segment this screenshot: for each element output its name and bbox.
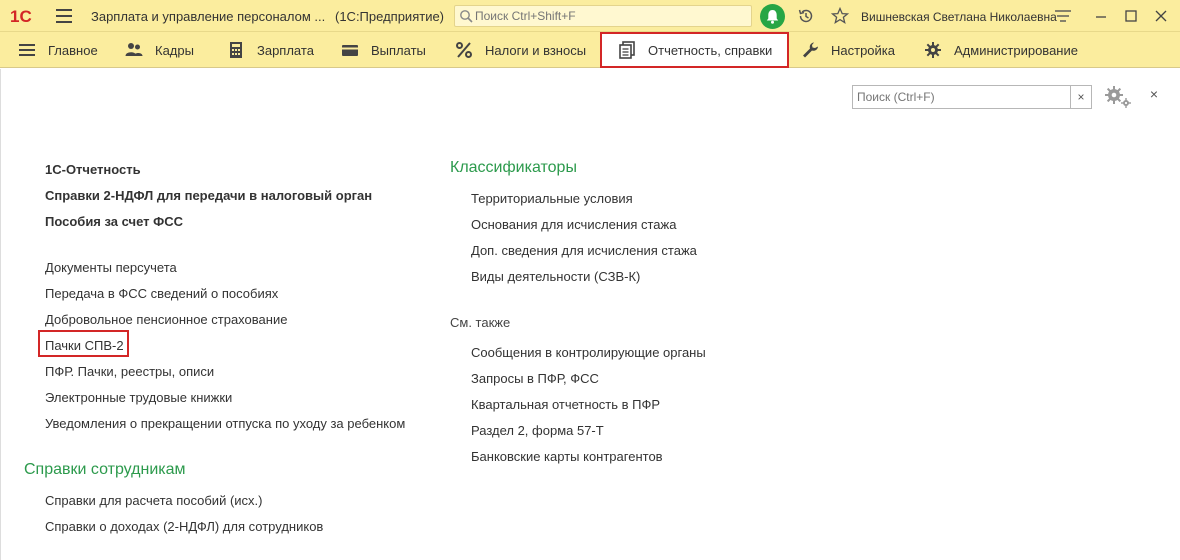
maximize-icon[interactable] [1121, 6, 1141, 26]
link-pfr-packs[interactable]: ПФР. Пачки, реестры, описи [45, 364, 214, 379]
menu-item-label: Отчетность, справки [648, 42, 773, 58]
menu-item-label: Администрирование [954, 42, 1078, 58]
spv2-highlight-box [38, 330, 129, 357]
reports-panel: × × 1С-Отчетность Справки 2-НДФЛ для пер… [0, 69, 1180, 560]
calculator-icon [230, 42, 242, 58]
global-search-input[interactable] [475, 8, 745, 24]
link-fss-benefit-transfer[interactable]: Передача в ФСС сведений о пособиях [45, 286, 278, 301]
menu-item-label: Выплаты [371, 42, 426, 58]
link-seniority-extra-info[interactable]: Доп. сведения для исчисления стажа [471, 243, 697, 258]
link-seniority-grounds[interactable]: Основания для исчисления стажа [471, 217, 676, 232]
panel-search-input[interactable] [857, 89, 1067, 105]
app-mode: (1С:Предприятие) [335, 9, 445, 24]
link-personnel-docs[interactable]: Документы персучета [45, 260, 177, 275]
menu-item-label: Налоги и взносы [485, 42, 587, 58]
interface-settings-icon[interactable] [1054, 8, 1072, 24]
link-quarterly-pfr-reports[interactable]: Квартальная отчетность в ПФР [471, 397, 660, 412]
menu-item-label: Кадры [155, 42, 194, 58]
section-title-employee-references: Справки сотрудникам [24, 461, 186, 478]
link-pfr-fss-requests[interactable]: Запросы в ПФР, ФСС [471, 371, 599, 386]
section-menu-bar: Главное Кадры Зарплата Выплаты Налоги и … [0, 32, 1180, 68]
menu-item-taxes[interactable]: Налоги и взносы [455, 32, 586, 68]
menu-item-setup[interactable]: Настройка [801, 32, 895, 68]
favorites-star-icon[interactable] [831, 7, 849, 25]
link-counterparty-bank-cards[interactable]: Банковские карты контрагентов [471, 449, 663, 464]
panel-search[interactable]: × [852, 85, 1092, 109]
svg-text:1С: 1С [10, 7, 32, 26]
link-regulatory-messages[interactable]: Сообщения в контролирующие органы [471, 345, 706, 360]
search-icon [460, 10, 473, 23]
menu-item-payments[interactable]: Выплаты [341, 32, 426, 68]
menu-item-personnel[interactable]: Кадры [125, 32, 194, 68]
percent-icon [456, 42, 472, 58]
gear-icon [925, 42, 941, 58]
link-1c-reporting[interactable]: 1С-Отчетность [45, 162, 141, 177]
wallet-icon [342, 45, 358, 56]
panel-settings-gear-icon[interactable] [1104, 85, 1132, 109]
link-leave-termination-notices[interactable]: Уведомления о прекращении отпуска по ухо… [45, 416, 405, 431]
menu-item-main[interactable]: Главное [18, 32, 98, 68]
link-territorial-conditions[interactable]: Территориальные условия [471, 191, 633, 206]
history-icon[interactable] [797, 7, 815, 25]
link-electronic-workbooks[interactable]: Электронные трудовые книжки [45, 390, 232, 405]
people-icon [125, 43, 143, 56]
menu-item-administration[interactable]: Администрирование [924, 32, 1078, 68]
menu-item-reports[interactable]: Отчетность, справки [600, 32, 789, 68]
global-search[interactable] [454, 5, 752, 27]
notifications-button[interactable] [760, 4, 785, 29]
1c-logo[interactable]: 1С [10, 6, 44, 26]
see-also-heading: См. также [450, 315, 511, 330]
link-activity-types[interactable]: Виды деятельности (СЗВ-К) [471, 269, 640, 284]
menu-item-salary[interactable]: Зарплата [227, 32, 314, 68]
user-name[interactable]: Вишневская Светлана Николаевна [861, 10, 1057, 24]
title-bar: 1С Зарплата и управление персоналом ... … [0, 0, 1180, 32]
bell-icon [766, 10, 779, 24]
link-fss-benefits[interactable]: Пособия за счет ФСС [45, 214, 183, 229]
menu-item-label: Настройка [831, 42, 895, 58]
minimize-icon[interactable] [1091, 6, 1111, 26]
menu-item-label: Главное [48, 42, 98, 58]
wrench-icon [803, 42, 818, 58]
section-title-classifiers: Классификаторы [450, 159, 577, 176]
link-form-57t-section2[interactable]: Раздел 2, форма 57-Т [471, 423, 604, 438]
documents-icon [619, 41, 635, 59]
link-2ndfl-tax[interactable]: Справки 2-НДФЛ для передачи в налоговый … [45, 188, 372, 203]
close-window-icon[interactable] [1151, 6, 1171, 26]
close-panel-button[interactable]: × [1147, 87, 1161, 101]
list-icon [19, 44, 35, 56]
link-income-references[interactable]: Справки о доходах (2-НДФЛ) для сотрудник… [45, 519, 323, 534]
menu-item-label: Зарплата [257, 42, 314, 58]
main-menu-icon[interactable] [56, 9, 72, 23]
link-benefit-calc-references[interactable]: Справки для расчета пособий (исх.) [45, 493, 262, 508]
clear-search-button[interactable]: × [1070, 86, 1091, 108]
app-title: Зарплата и управление персоналом ... [91, 9, 326, 24]
link-voluntary-pension[interactable]: Добровольное пенсионное страхование [45, 312, 287, 327]
